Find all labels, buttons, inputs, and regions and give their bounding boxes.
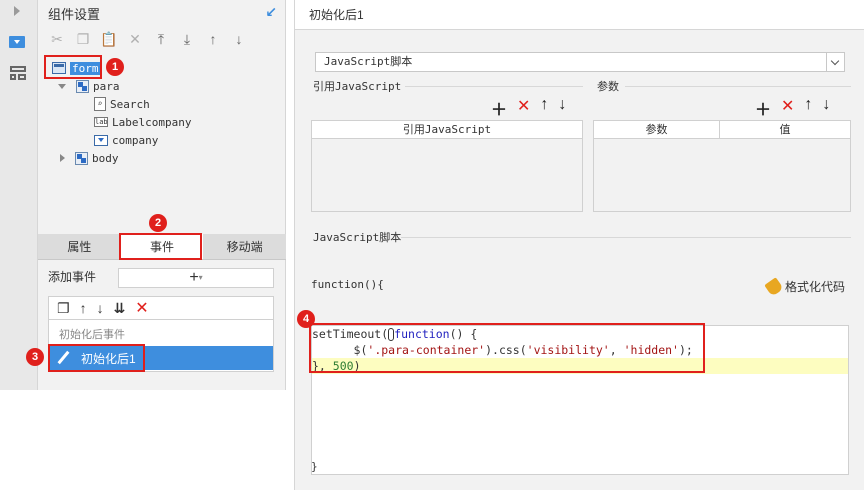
ref-js-table: 引用JavaScript xyxy=(311,120,583,212)
params-column-header: 参数 xyxy=(594,121,720,139)
annotation-badge-2: 2 xyxy=(149,214,167,232)
move-up-icon[interactable]: ↑ xyxy=(804,96,812,120)
add-icon: + xyxy=(189,269,199,287)
tree-label-labelcompany: Labelcompany xyxy=(112,115,192,129)
params-section-label: 参数 xyxy=(597,80,619,93)
format-code-button[interactable]: 格式化代码 xyxy=(764,276,846,297)
chevron-down-icon[interactable] xyxy=(826,53,844,71)
move-down-icon[interactable]: ↓ xyxy=(558,96,566,120)
divider xyxy=(401,237,851,238)
collapse-icon[interactable]: ↙ xyxy=(265,4,277,21)
widget-dropdown-icon[interactable] xyxy=(9,36,25,48)
divider xyxy=(625,86,851,87)
search-widget-icon: ⌕ xyxy=(94,97,106,111)
tree-node-labelcompany[interactable]: lab Labelcompany xyxy=(94,113,191,131)
left-rail xyxy=(0,0,38,390)
tree-label-company: company xyxy=(112,133,159,147)
layout-icon[interactable] xyxy=(10,66,26,80)
add-event-button[interactable]: +▾ xyxy=(118,268,274,288)
tree-toolbar: ✂ ❐ 📋 ✕ ⤒ ⤓ ↑ ↓ xyxy=(48,28,248,50)
tree-node-para[interactable]: para xyxy=(58,77,120,95)
move-bottom-icon[interactable]: ⇊ xyxy=(114,300,126,317)
panel-icon xyxy=(76,79,89,93)
move-down-icon[interactable]: ↓ xyxy=(230,30,248,48)
annotation-badge-4: 4 xyxy=(297,310,315,328)
annotation-box-2 xyxy=(119,233,202,260)
divider xyxy=(405,86,583,87)
delete-event-icon[interactable]: ✕ xyxy=(135,298,148,318)
annotation-badge-1: 1 xyxy=(106,58,124,76)
combobox-widget-icon xyxy=(94,134,108,146)
caret-right-icon[interactable] xyxy=(60,154,65,162)
move-up-icon[interactable]: ↑ xyxy=(204,30,222,48)
params-table: 参数 值 xyxy=(593,120,851,212)
annotation-box-3 xyxy=(48,344,145,372)
delete-icon[interactable]: ✕ xyxy=(781,96,794,120)
tree-label-para: para xyxy=(93,79,120,93)
function-footer: } xyxy=(311,460,318,473)
annotation-badge-3: 3 xyxy=(26,348,44,366)
move-down-icon[interactable]: ↓ xyxy=(97,300,104,316)
add-event-label: 添加事件 xyxy=(48,270,97,284)
move-up-icon[interactable]: ↑ xyxy=(80,300,87,316)
annotation-box-1 xyxy=(44,55,102,79)
move-down-icon[interactable]: ↓ xyxy=(822,96,830,120)
event-group-label: 初始化后事件 xyxy=(59,329,125,341)
script-section-label: JavaScript脚本 xyxy=(313,231,402,244)
ref-js-column-header: 引用JavaScript xyxy=(312,121,582,139)
move-bottom-icon[interactable]: ⤓ xyxy=(178,30,196,48)
ref-js-controls: ＋ ✕ ↑ ↓ xyxy=(491,96,566,120)
component-settings-panel: 组件设置 ↙ ✂ ❐ 📋 ✕ ⤒ ⤓ ↑ ↓ form para ⌕ Searc… xyxy=(26,0,286,390)
ref-js-section-label: 引用JavaScript xyxy=(313,80,402,93)
editor-title: 初始化后1 xyxy=(295,0,864,30)
format-code-label: 格式化代码 xyxy=(785,280,846,294)
annotation-box-4 xyxy=(309,323,705,373)
expand-arrow-icon[interactable] xyxy=(14,6,20,16)
event-toolbar: ❐ ↑ ↓ ⇊ ✕ xyxy=(48,296,274,320)
add-icon[interactable]: ＋ xyxy=(755,96,771,120)
tab-properties[interactable]: 属性 xyxy=(38,234,121,259)
event-editor-panel: 初始化后1 JavaScript脚本 引用JavaScript 参数 ＋ ✕ ↑… xyxy=(294,0,864,490)
tree-label-body: body xyxy=(92,151,119,165)
tree-node-search[interactable]: ⌕ Search xyxy=(94,95,150,113)
copy-event-icon[interactable]: ❐ xyxy=(57,300,70,317)
function-header: function(){ xyxy=(311,278,384,291)
params-controls: ＋ ✕ ↑ ↓ xyxy=(755,96,830,120)
label-widget-icon: lab xyxy=(94,117,108,127)
tree-node-body[interactable]: body xyxy=(60,149,119,167)
panel-icon xyxy=(75,151,88,165)
value-column-header: 值 xyxy=(720,121,850,139)
copy-icon[interactable]: ❐ xyxy=(74,30,92,48)
script-type-select[interactable]: JavaScript脚本 xyxy=(315,52,845,72)
paste-icon[interactable]: 📋 xyxy=(100,30,118,48)
add-icon[interactable]: ＋ xyxy=(491,96,507,120)
tab-mobile[interactable]: 移动端 xyxy=(203,234,286,259)
broom-icon xyxy=(764,276,784,297)
move-top-icon[interactable]: ⤒ xyxy=(152,30,170,48)
delete-icon[interactable]: ✕ xyxy=(517,96,530,120)
move-up-icon[interactable]: ↑ xyxy=(540,96,548,120)
caret-down-icon[interactable] xyxy=(58,83,66,89)
delete-icon[interactable]: ✕ xyxy=(126,30,144,48)
cut-icon[interactable]: ✂ xyxy=(48,30,66,48)
chevron-down-icon: ▾ xyxy=(198,273,203,282)
tree-label-search: Search xyxy=(110,97,150,111)
tree-node-company[interactable]: company xyxy=(94,131,158,149)
panel-title: 组件设置 xyxy=(48,7,101,22)
script-type-value: JavaScript脚本 xyxy=(324,55,413,68)
